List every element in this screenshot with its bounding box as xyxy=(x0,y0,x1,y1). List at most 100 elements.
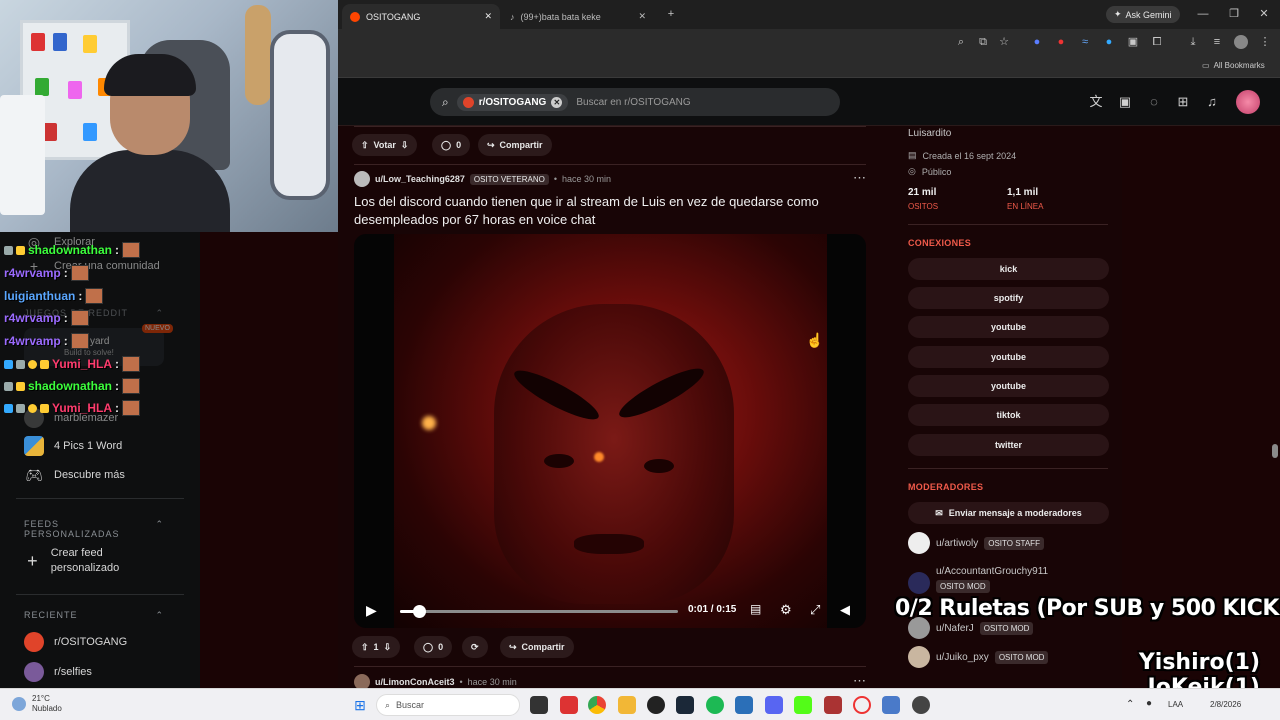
message-mods-button[interactable]: ✉ Enviar mensaje a moderadores xyxy=(908,502,1109,524)
author-avatar[interactable] xyxy=(354,171,370,187)
weather-widget[interactable]: 21°C Nublado xyxy=(12,694,62,714)
discord-icon[interactable] xyxy=(765,696,783,714)
volume-icon[interactable]: ◀︎ xyxy=(840,602,850,618)
post-author[interactable]: u/Low_Teaching6287 xyxy=(375,174,465,184)
app-icon[interactable] xyxy=(824,696,842,714)
steam-icon[interactable] xyxy=(676,696,694,714)
moderator-row[interactable]: u/artiwoly OSITO STAFF xyxy=(908,532,1044,554)
search-input[interactable]: ⌕ r/OSITOGANG ✕ Buscar en r/OSITOGANG xyxy=(430,88,840,116)
video-player[interactable]: ▶ 0:01 / 0:15 ▤ ⚙ ⤢ ◀︎ xyxy=(354,234,866,628)
share-button[interactable]: ↪ Compartir xyxy=(500,636,574,658)
comments-button[interactable]: ◯ 0 xyxy=(432,134,471,156)
opera-icon[interactable] xyxy=(853,696,871,714)
settings-gear-icon[interactable]: ⚙ xyxy=(780,602,792,618)
obs-icon[interactable] xyxy=(647,696,665,714)
sidebar-item-4pics[interactable]: 4 Pics 1 Word xyxy=(24,436,122,456)
tab-tiktok[interactable]: ♪ (99+)bata bata keke ✕ xyxy=(502,4,654,29)
profile-avatar[interactable] xyxy=(1234,35,1248,49)
close-window-icon[interactable]: ✕ xyxy=(1257,7,1271,21)
extension-icon[interactable]: ▣ xyxy=(1126,35,1140,49)
post-menu-icon[interactable]: ⋯ xyxy=(853,170,866,186)
taskbar-search-input[interactable]: ⌕ Buscar xyxy=(376,694,520,716)
play-icon[interactable]: ▶ xyxy=(366,602,377,619)
puzzle-icon[interactable]: ⧠ xyxy=(1150,35,1164,49)
ask-gemini-button[interactable]: ✦ Ask Gemini xyxy=(1106,6,1180,23)
connection-link-tiktok[interactable]: tiktok xyxy=(908,404,1109,426)
extension-icon[interactable]: ● xyxy=(1102,35,1116,49)
taskbar-date[interactable]: 2/8/2026 xyxy=(1210,700,1241,709)
tab-ositogang[interactable]: OSITOGANG ✕ xyxy=(342,4,500,29)
vote-button-group[interactable]: ⇧ 1 ⇩ xyxy=(352,636,401,658)
playlist-icon[interactable]: ≡ xyxy=(1210,35,1224,49)
subreddit-filter-chip[interactable]: r/OSITOGANG ✕ xyxy=(456,93,569,111)
app-icon[interactable] xyxy=(882,696,900,714)
post-author[interactable]: u/LimonConAceit3 xyxy=(375,677,455,687)
share-button[interactable]: ↪ Compartir xyxy=(478,134,552,156)
translate-icon[interactable]: 文 xyxy=(1088,94,1104,110)
downvote-icon[interactable]: ⇩ xyxy=(401,140,409,151)
comments-button[interactable]: ◯ 0 xyxy=(414,636,453,658)
mic-icon[interactable]: ● xyxy=(1146,698,1152,709)
chrome-icon[interactable] xyxy=(588,696,606,714)
ad-icon[interactable]: ▣ xyxy=(1117,94,1133,110)
install-icon[interactable]: ⧉ xyxy=(976,35,990,49)
connection-link-kick[interactable]: kick xyxy=(908,258,1109,280)
connection-link-twitter[interactable]: twitter xyxy=(908,434,1109,456)
connection-link-youtube[interactable]: youtube xyxy=(908,346,1109,368)
menu-dots-icon[interactable]: ⋮ xyxy=(1258,35,1272,49)
windows-taskbar: 21°C Nublado ⊞ ⌕ Buscar ⌃ ● LAA 2/8/2026 xyxy=(0,688,1280,720)
close-icon[interactable]: ✕ xyxy=(484,11,492,22)
upvote-icon[interactable]: ⇧ xyxy=(361,140,369,151)
kick-icon[interactable] xyxy=(794,696,812,714)
moderator-row[interactable]: u/AccountantGrouchy911 OSITO MOD xyxy=(908,566,1048,594)
all-bookmarks-button[interactable]: ▭ All Bookmarks xyxy=(1202,61,1265,70)
minimize-icon[interactable]: — xyxy=(1196,7,1210,21)
crosspost-button[interactable]: ⟳ xyxy=(462,636,488,658)
captions-icon[interactable]: ▤ xyxy=(750,602,761,616)
extension-icon[interactable]: ● xyxy=(1054,35,1068,49)
app-icon[interactable] xyxy=(560,696,578,714)
clear-icon[interactable]: ✕ xyxy=(551,96,563,108)
tray-chevron-icon[interactable]: ⌃ xyxy=(1126,699,1134,710)
author-avatar[interactable] xyxy=(354,674,370,688)
upvote-icon[interactable]: ⇧ xyxy=(361,642,369,653)
post-time: hace 30 min xyxy=(467,677,517,687)
post-menu-icon[interactable]: ⋯ xyxy=(853,673,866,688)
zoom-icon[interactable]: ⌕ xyxy=(954,35,968,49)
feeds-section-header[interactable]: FEEDS PERSONALIZADAS ⌃ xyxy=(24,519,164,539)
chat-icon[interactable]: ◌ xyxy=(1146,94,1162,110)
spotify-icon[interactable] xyxy=(706,696,724,714)
emote-icon xyxy=(70,265,89,281)
downvote-icon[interactable]: ⇩ xyxy=(384,642,392,653)
folder-icon[interactable] xyxy=(618,696,636,714)
sidebar-item-create-feed[interactable]: + Crear feed personalizado xyxy=(24,546,154,576)
extension-icon[interactable]: ● xyxy=(1030,35,1044,49)
scrollbar-thumb[interactable] xyxy=(1272,444,1278,458)
new-tab-icon[interactable]: + xyxy=(664,7,678,21)
post-title[interactable]: Los del discord cuando tienen que ir al … xyxy=(354,193,854,229)
extension-icon[interactable]: ≈ xyxy=(1078,35,1092,49)
user-avatar[interactable] xyxy=(1236,90,1260,114)
recent-section-header[interactable]: RECIENTE ⌃ xyxy=(24,610,164,621)
sidebar-item-recent-selfies[interactable]: r/selfies xyxy=(24,662,92,682)
download-icon[interactable]: ⤓ xyxy=(1186,35,1200,49)
connection-link-spotify[interactable]: spotify xyxy=(908,287,1109,309)
create-post-icon[interactable]: ⊞ xyxy=(1175,94,1191,110)
connection-link-youtube[interactable]: youtube xyxy=(908,375,1109,397)
sidebar-item-recent-ositogang[interactable]: r/OSITOGANG xyxy=(24,632,127,652)
app-icon[interactable] xyxy=(912,696,930,714)
video-progress-bar[interactable] xyxy=(400,605,678,618)
notifications-bell-icon[interactable]: ♫ xyxy=(1204,94,1220,110)
bookmark-star-icon[interactable]: ☆ xyxy=(997,35,1011,49)
vote-button-group[interactable]: ⇧ Votar ⇩ xyxy=(352,134,418,156)
close-icon[interactable]: ✕ xyxy=(638,11,646,22)
language-indicator[interactable]: LAA xyxy=(1168,700,1183,709)
moderator-row[interactable]: u/Juiko_pxy OSITO MOD xyxy=(908,646,1049,668)
connection-link-youtube[interactable]: youtube xyxy=(908,316,1109,338)
maximize-icon[interactable]: ❐ xyxy=(1227,7,1241,21)
edge-icon[interactable] xyxy=(735,696,753,714)
fullscreen-icon[interactable]: ⤢ xyxy=(810,602,820,618)
sidebar-item-discover[interactable]: 🎮︎ Descubre más xyxy=(24,465,125,485)
start-icon[interactable]: ⊞ xyxy=(351,696,369,714)
task-view-icon[interactable] xyxy=(530,696,548,714)
